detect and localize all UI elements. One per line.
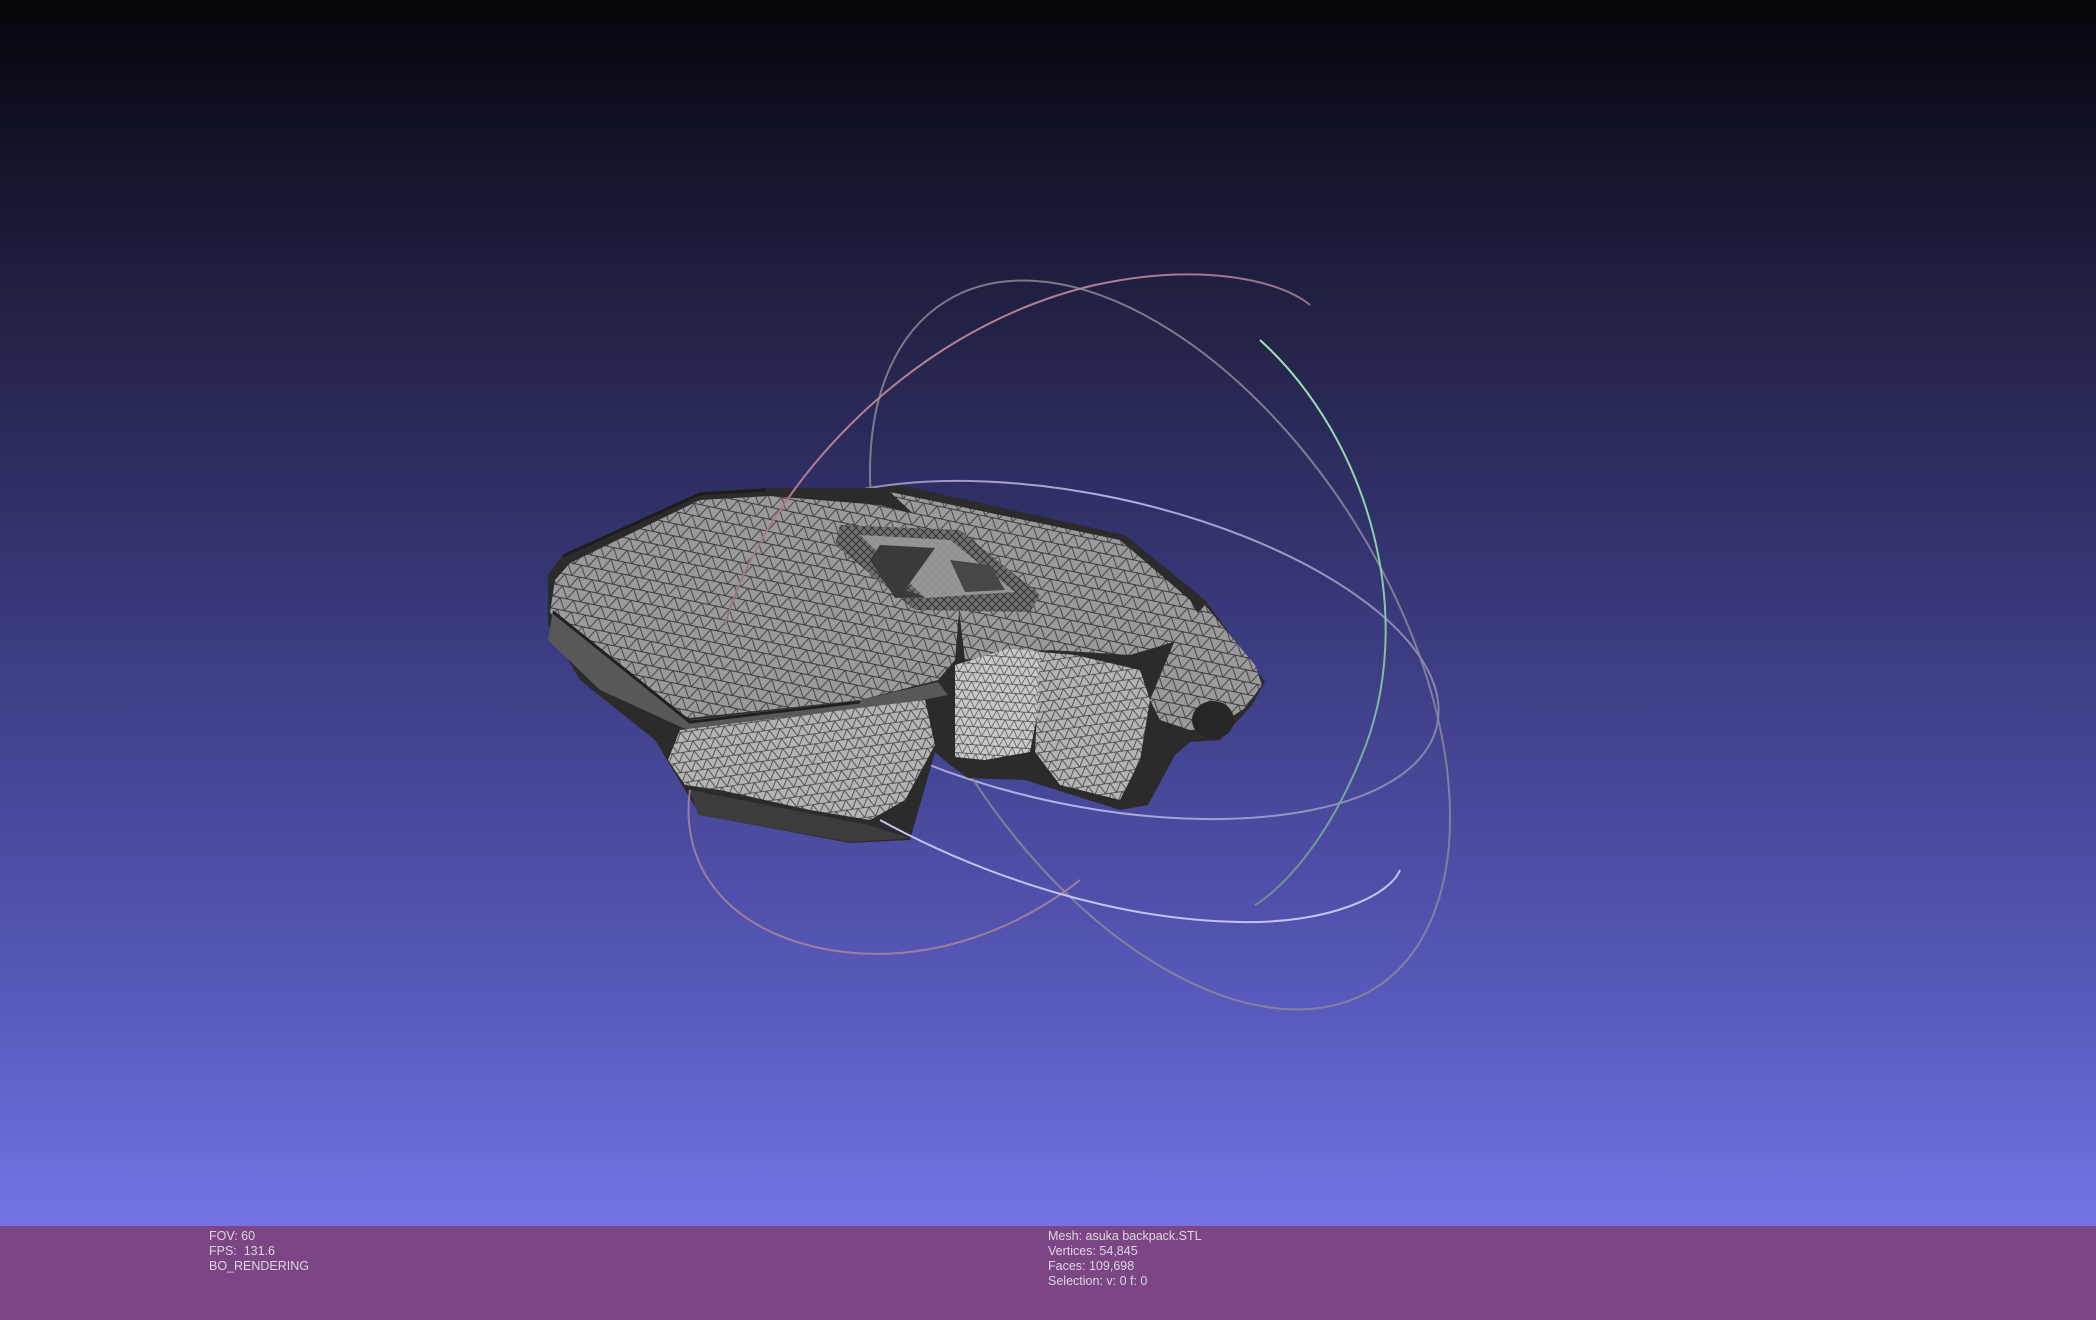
- mesh-name: Mesh: asuka backpack.STL: [1048, 1229, 1202, 1243]
- render-info: FOV: 60 FPS: 131.6 BO_RENDERING: [209, 1229, 309, 1274]
- vertex-count: Vertices: 54,845: [1048, 1244, 1138, 1258]
- meshlab-window: FOV: 60 FPS: 131.6 BO_RENDERING Mesh: as…: [0, 0, 2096, 1320]
- render-mode-readout: BO_RENDERING: [209, 1259, 310, 1273]
- face-count: Faces: 109,698: [1048, 1259, 1135, 1273]
- mesh-info: Mesh: asuka backpack.STL Vertices: 54,84…: [1048, 1229, 1202, 1289]
- status-info-bar: FOV: 60 FPS: 131.6 BO_RENDERING Mesh: as…: [0, 1226, 2096, 1320]
- selection-count: Selection: v: 0 f: 0: [1048, 1274, 1148, 1288]
- fov-readout: FOV: 60: [209, 1229, 256, 1243]
- mesh-model: [548, 485, 1265, 843]
- scene-canvas: [548, 273, 1452, 1011]
- fps-readout: FPS: 131.6: [209, 1244, 276, 1258]
- 3d-viewport[interactable]: [0, 0, 2096, 1226]
